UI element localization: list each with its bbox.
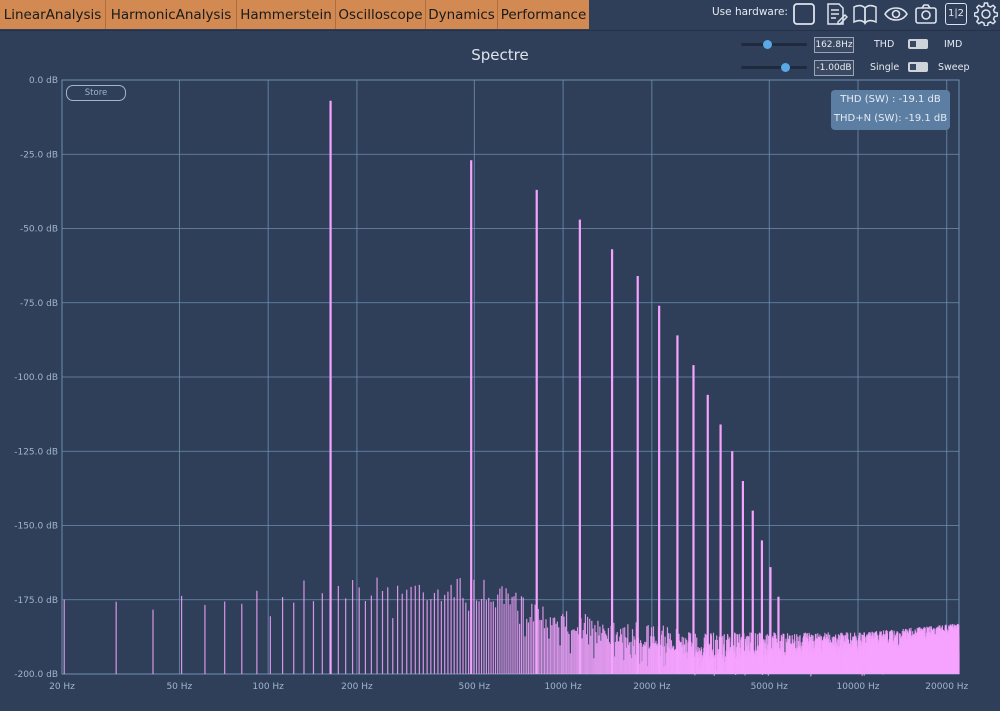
store-button[interactable]: Store (66, 85, 126, 101)
y-tick-label: -150.0 dB (14, 522, 58, 532)
chart-grid (61, 79, 960, 675)
noise-floor (63, 577, 960, 677)
y-tick-label: -75.0 dB (20, 299, 58, 309)
y-tick-label: -175.0 dB (14, 596, 58, 606)
x-axis-labels: 20 Hz 50 Hz 100 Hz 200 Hz 500 Hz 1000 Hz 2000 … (49, 682, 968, 692)
x-tick-label: 2000 Hz (633, 682, 671, 692)
x-tick-label: 200 Hz (341, 682, 373, 692)
y-tick-label: 0.0 dB (29, 76, 58, 86)
x-tick-label: 20 Hz (49, 682, 75, 692)
x-tick-label: 500 Hz (459, 682, 491, 692)
x-tick-label: 10000 Hz (837, 682, 880, 692)
x-tick-label: 50 Hz (166, 682, 192, 692)
x-tick-label: 100 Hz (252, 682, 284, 692)
thdn-result: THD+N (SW): -19.1 dB (833, 113, 948, 124)
thd-results-panel: THD (SW) : -19.1 dB THD+N (SW): -19.1 dB (831, 90, 950, 130)
y-axis-labels: 0.0 dB -25.0 dB -50.0 dB -75.0 dB -100.0 dB -… (14, 76, 58, 680)
x-tick-label: 5000 Hz (751, 682, 789, 692)
thd-result: THD (SW) : -19.1 dB (840, 94, 941, 105)
y-tick-label: -50.0 dB (20, 225, 58, 235)
y-tick-label: -200.0 dB (14, 670, 58, 680)
y-tick-label: -25.0 dB (20, 150, 58, 160)
x-tick-label: 20000 Hz (925, 682, 968, 692)
x-tick-label: 1000 Hz (544, 682, 582, 692)
y-tick-label: -100.0 dB (14, 373, 58, 383)
y-tick-label: -125.0 dB (14, 447, 58, 457)
